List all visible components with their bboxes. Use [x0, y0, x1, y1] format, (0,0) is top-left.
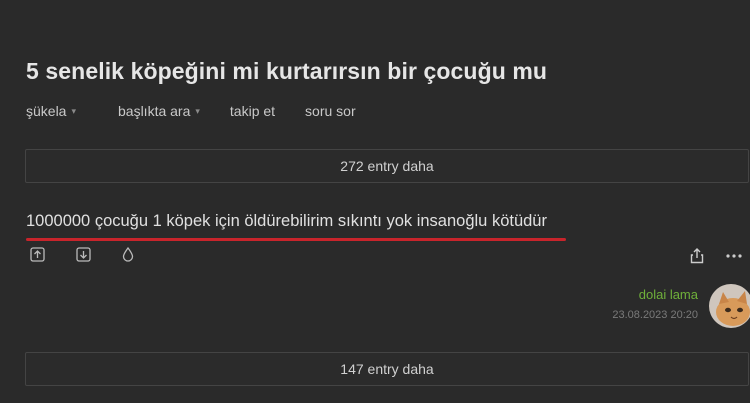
- load-more-label: 147 entry daha: [340, 361, 434, 377]
- follow-label: takip et: [229, 103, 276, 119]
- sort-dropdown[interactable]: şükela ▾: [26, 103, 76, 119]
- sort-dropdown-label: şükela: [26, 103, 67, 119]
- ask-question-button[interactable]: soru sor: [305, 103, 356, 119]
- load-more-label: 272 entry daha: [340, 158, 434, 174]
- entry-date[interactable]: 23.08.2023 20:20: [612, 309, 698, 321]
- entry-right-actions: [690, 248, 742, 264]
- ask-question-label: soru sor: [305, 103, 356, 119]
- highlight-underline: [26, 238, 566, 241]
- upvote-icon[interactable]: [30, 247, 46, 263]
- entry-actions: [30, 247, 168, 263]
- follow-button[interactable]: takip et: [230, 103, 275, 119]
- entry-content: 1000000 çocuğu 1 köpek için öldürebiliri…: [26, 212, 547, 230]
- search-in-topic-label: başlıkta ara: [118, 103, 191, 119]
- chevron-down-icon: ▾: [71, 105, 76, 116]
- load-more-entries-bottom[interactable]: 147 entry daha: [25, 352, 749, 386]
- search-in-topic-dropdown[interactable]: başlıkta ara ▾: [118, 103, 200, 119]
- topic-title: 5 senelik köpeğini mi kurtarırsın bir ço…: [26, 58, 548, 84]
- downvote-icon[interactable]: [76, 247, 92, 263]
- share-icon[interactable]: [690, 248, 704, 264]
- drop-icon[interactable]: [122, 247, 138, 263]
- topic-toolbar: şükela ▾ başlıkta ara ▾ takip et soru so…: [26, 103, 386, 119]
- more-icon[interactable]: [726, 253, 742, 259]
- avatar[interactable]: [709, 284, 750, 328]
- chevron-down-icon: ▾: [195, 105, 200, 116]
- entry-author[interactable]: dolai lama: [639, 287, 698, 302]
- load-more-entries-top[interactable]: 272 entry daha: [25, 149, 749, 183]
